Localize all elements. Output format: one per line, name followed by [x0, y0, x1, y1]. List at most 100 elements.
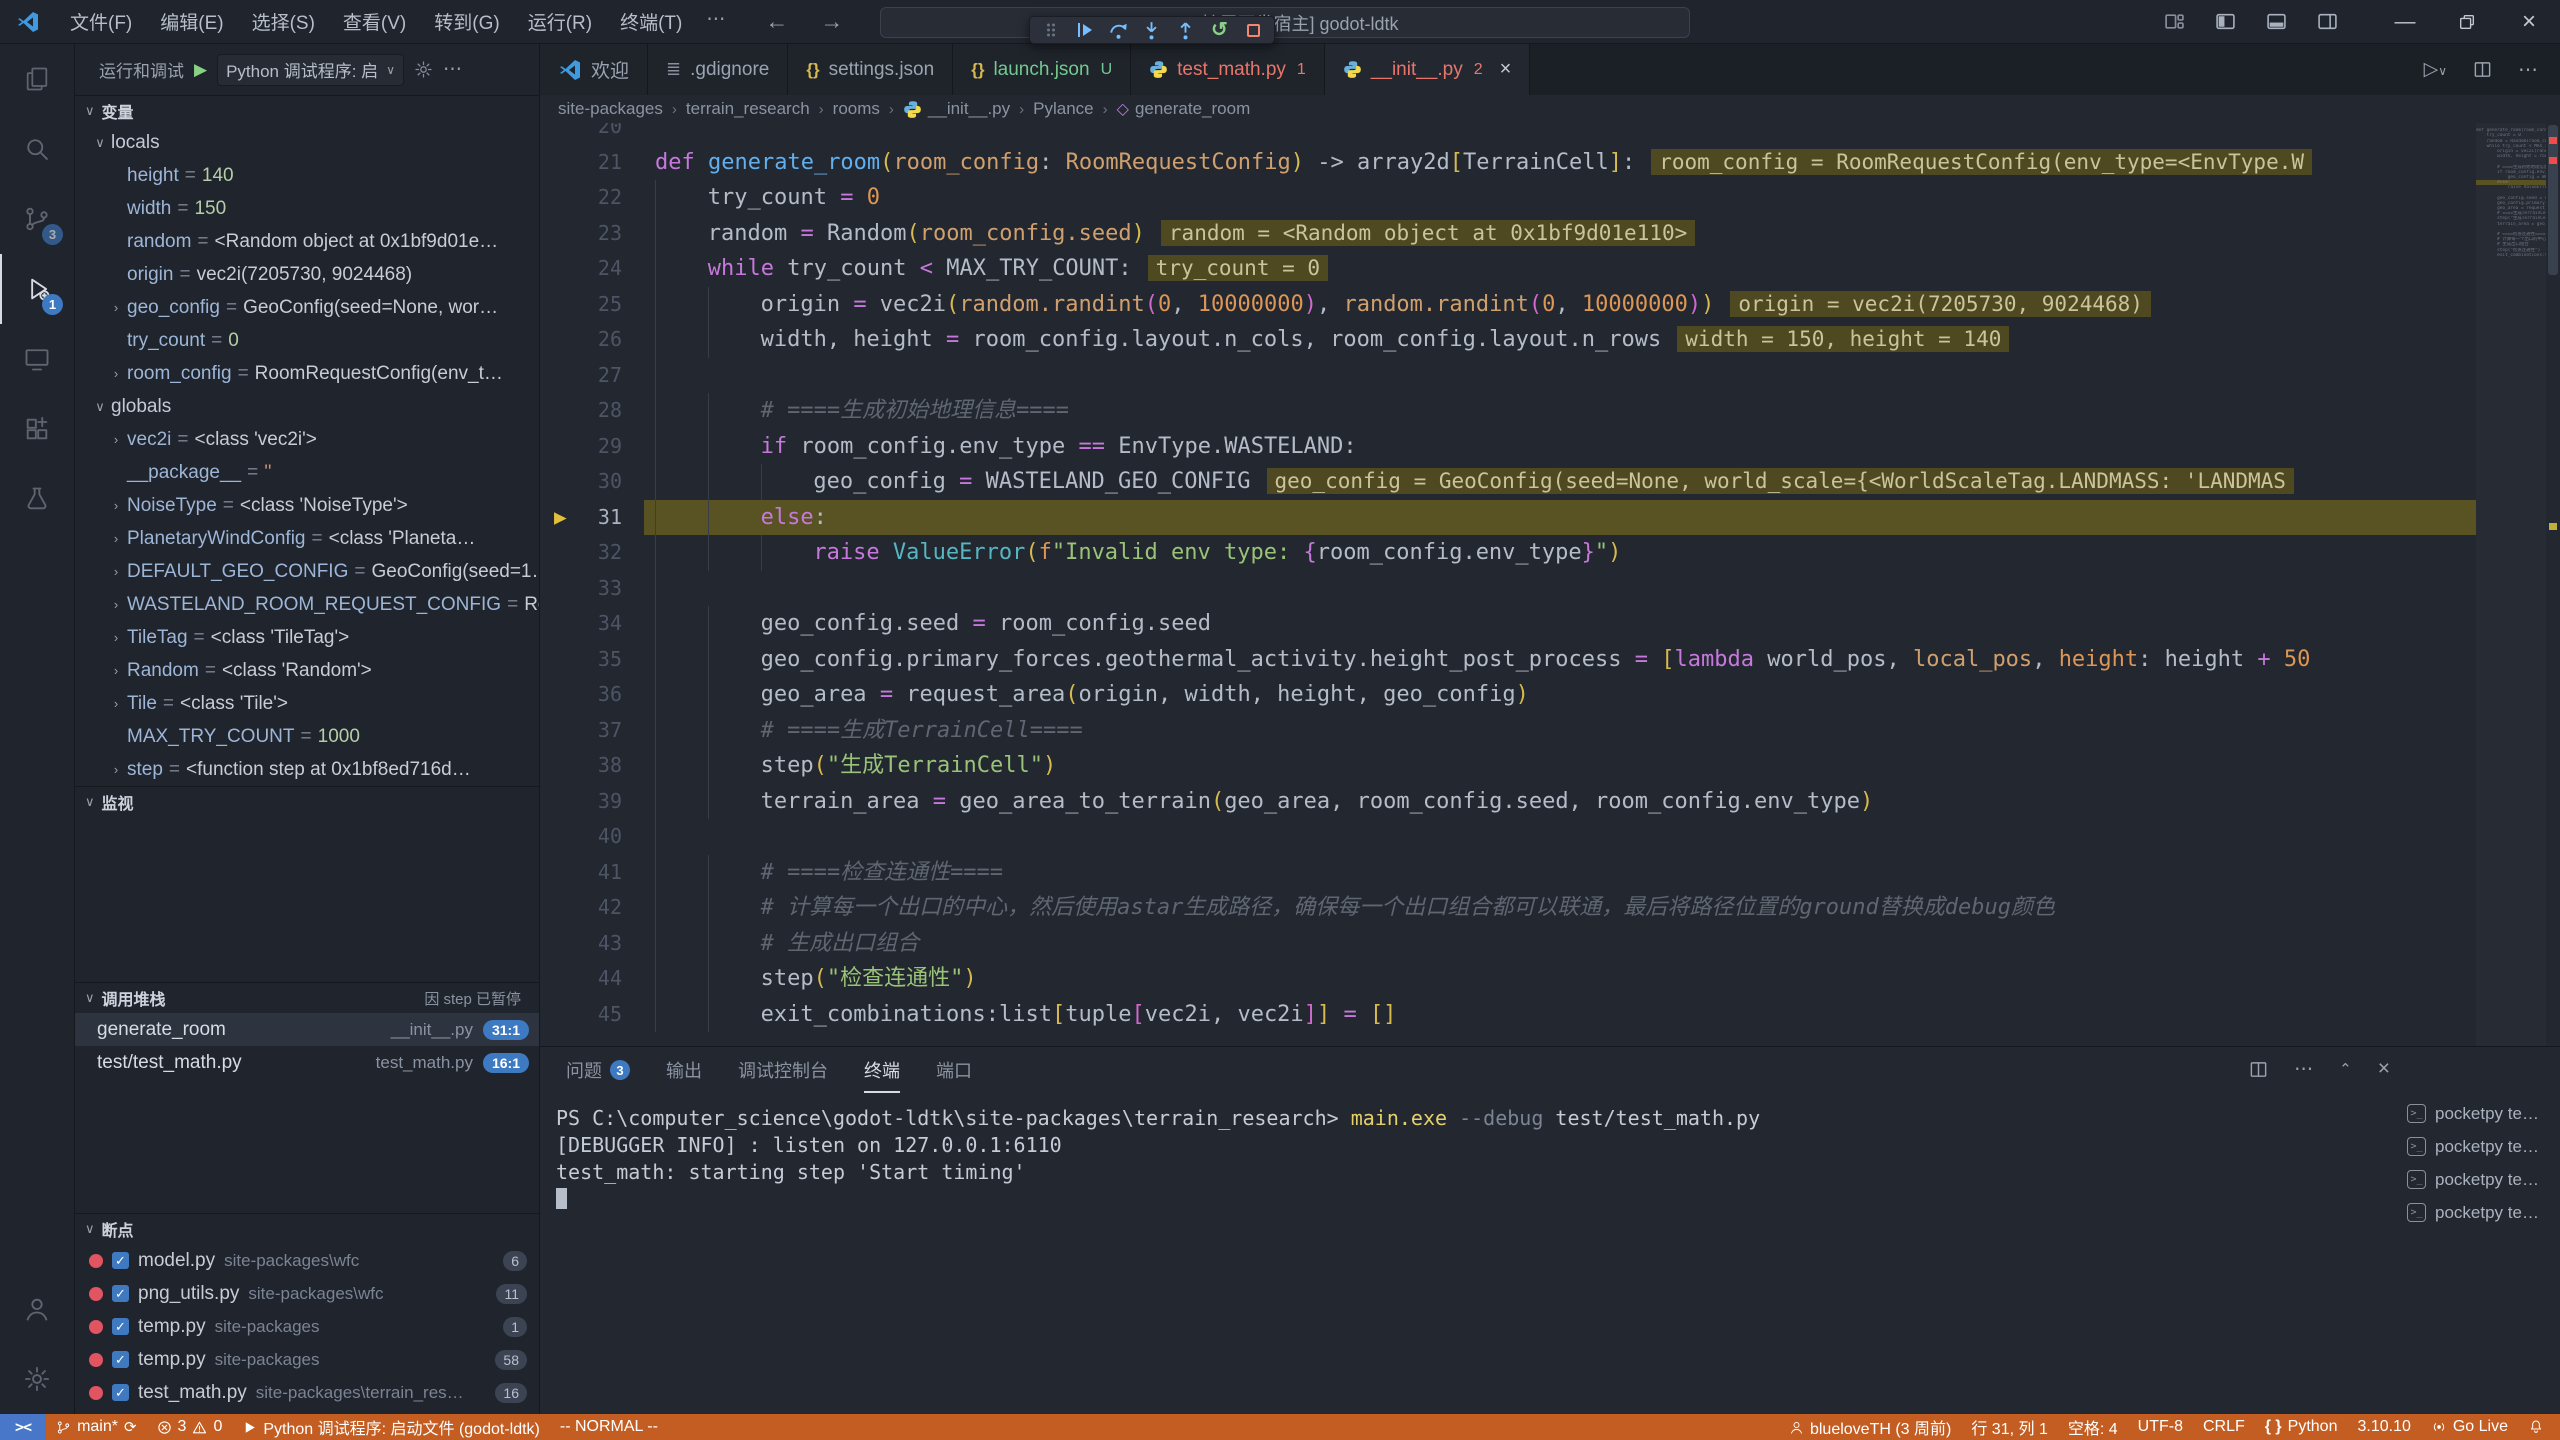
editor-tab[interactable]: ≣.gdignore [648, 44, 788, 95]
remote-indicator[interactable]: >< [0, 1414, 46, 1440]
variable-row[interactable]: ›TileTag=<class 'TileTag'> [75, 621, 539, 654]
breakpoint-checkbox[interactable]: ✓ [112, 1351, 129, 1368]
variable-row[interactable]: width=150 [75, 192, 539, 225]
step-over-icon[interactable] [1104, 18, 1132, 42]
breakpoint-row[interactable]: ✓test_math.pysite-packages\terrain_res…1… [75, 1376, 539, 1409]
terminal-instance[interactable]: >_pocketpy te… [2395, 1097, 2560, 1130]
call-stack-section-header[interactable]: ∨ 调用堆栈 因 step 已暂停 [75, 982, 539, 1013]
activity-run-debug-icon[interactable]: 1 [0, 254, 74, 324]
variable-scope[interactable]: ∨globals [75, 390, 539, 423]
code-line[interactable]: 32raise ValueError(f"Invalid env type: {… [540, 535, 2560, 571]
run-file-icon[interactable]: ▷∨ [2424, 58, 2447, 81]
code-line[interactable]: 36geo_area = request_area(origin, width,… [540, 677, 2560, 713]
menu-item[interactable]: 文件(F) [56, 3, 146, 40]
nav-forward-icon[interactable]: → [820, 8, 843, 35]
panel-tab[interactable]: 调试控制台 [738, 1047, 828, 1093]
status-notifications[interactable] [2518, 1414, 2554, 1440]
status-git-blame[interactable]: blueloveTH (3 周前) [1779, 1414, 1961, 1440]
breakpoint-row[interactable]: ✓temp.pysite-packages58 [75, 1343, 539, 1376]
restart-icon[interactable]: ↺ [1205, 18, 1233, 42]
activity-extensions-icon[interactable] [0, 394, 74, 464]
more-actions-icon[interactable]: ⋯ [443, 58, 462, 81]
panel-tab[interactable]: 输出 [666, 1047, 702, 1093]
minimize-button[interactable]: — [2374, 0, 2436, 43]
variable-row[interactable]: __package__='' [75, 456, 539, 489]
more-actions-icon[interactable]: ⋯ [2294, 1058, 2313, 1081]
variable-row[interactable]: ›Tile=<class 'Tile'> [75, 687, 539, 720]
variable-row[interactable]: ›vec2i=<class 'vec2i'> [75, 423, 539, 456]
breakpoint-checkbox[interactable]: ✓ [112, 1252, 129, 1269]
variable-row[interactable]: ›PlanetaryWindConfig=<class 'Planeta… [75, 522, 539, 555]
variable-row[interactable]: height=140 [75, 159, 539, 192]
code-line[interactable]: 38step("生成TerrainCell") [540, 748, 2560, 784]
status-cursor-position[interactable]: 行 31, 列 1 [1961, 1414, 2057, 1440]
editor-tab[interactable]: __init__.py2× [1325, 44, 1531, 95]
breakpoint-checkbox[interactable]: ✓ [112, 1384, 129, 1401]
step-into-icon[interactable] [1138, 18, 1166, 42]
variable-row[interactable]: ›room_config=RoomRequestConfig(env_t… [75, 357, 539, 390]
code-line[interactable]: 27 [540, 358, 2560, 394]
nav-back-icon[interactable]: ← [765, 8, 788, 35]
panel-tab[interactable]: 端口 [936, 1047, 972, 1093]
code-line[interactable]: 28# ====生成初始地理信息==== [540, 393, 2560, 429]
variable-row[interactable]: ›WASTELAND_ROOM_REQUEST_CONFIG=RoomR… [75, 588, 539, 621]
panel-tab[interactable]: 终端 [864, 1047, 900, 1093]
code-line[interactable]: 43# 生成出口组合 [540, 926, 2560, 962]
breadcrumb-item[interactable]: site-packages [558, 99, 663, 119]
code-line[interactable]: 45exit_combinations:list[tuple[vec2i, ve… [540, 997, 2560, 1033]
breadcrumb-item[interactable]: terrain_research [686, 99, 810, 119]
code-line[interactable]: 41# ====检查连通性==== [540, 855, 2560, 891]
code-line[interactable]: 34geo_config.seed = room_config.seed [540, 606, 2560, 642]
code-line[interactable]: 29if room_config.env_type == EnvType.WAS… [540, 429, 2560, 465]
code-line[interactable]: 24while try_count < MAX_TRY_COUNT:try_co… [540, 251, 2560, 287]
status-debug-config[interactable]: Python 调试程序: 启动文件 (godot-ldtk) [232, 1414, 550, 1440]
command-center-search[interactable]: [扩展开发宿主] godot-ldtk [880, 7, 1690, 38]
status-eol[interactable]: CRLF [2193, 1414, 2255, 1440]
customize-layout-icon[interactable] [2164, 11, 2185, 32]
overview-ruler[interactable] [2546, 123, 2560, 1046]
menu-item[interactable]: 终端(T) [606, 3, 696, 40]
split-terminal-icon[interactable] [2249, 1060, 2268, 1079]
status-encoding[interactable]: UTF-8 [2128, 1414, 2193, 1440]
status-vim-mode[interactable]: -- NORMAL -- [550, 1414, 668, 1440]
variable-row[interactable]: ›DEFAULT_GEO_CONFIG=GeoConfig(seed=1… [75, 555, 539, 588]
breadcrumb-item[interactable]: rooms [833, 99, 880, 119]
activity-remote-explorer-icon[interactable] [0, 324, 74, 394]
toggle-secondary-sidebar-icon[interactable] [2317, 11, 2338, 32]
variable-row[interactable]: ›Random=<class 'Random'> [75, 654, 539, 687]
code-line[interactable]: 35geo_config.primary_forces.geothermal_a… [540, 642, 2560, 678]
activity-settings-icon[interactable] [0, 1344, 74, 1414]
terminal-instance[interactable]: >_pocketpy te… [2395, 1196, 2560, 1229]
breadcrumb-item[interactable]: __init__.py [903, 99, 1010, 119]
variable-row[interactable]: try_count=0 [75, 324, 539, 357]
activity-search-icon[interactable] [0, 114, 74, 184]
code-line[interactable]: 22try_count = 0 [540, 180, 2560, 216]
code-line[interactable]: 23random = Random(room_config.seed)rando… [540, 216, 2560, 252]
variable-row[interactable]: origin=vec2i(7205730, 9024468) [75, 258, 539, 291]
breakpoint-checkbox[interactable]: ✓ [112, 1285, 129, 1302]
code-line[interactable]: 40 [540, 819, 2560, 855]
breadcrumb[interactable]: site-packages›terrain_research›rooms›__i… [540, 95, 2560, 123]
variable-row[interactable]: ›geo_config=GeoConfig(seed=None, wor… [75, 291, 539, 324]
status-go-live[interactable]: Go Live [2421, 1414, 2518, 1440]
code-line[interactable]: 21def generate_room(room_config: RoomReq… [540, 145, 2560, 181]
variable-row[interactable]: MAX_TRY_COUNT=1000 [75, 720, 539, 753]
menu-item[interactable]: 编辑(E) [146, 3, 237, 40]
breakpoint-row[interactable]: ✓temp.pysite-packages1 [75, 1310, 539, 1343]
variables-section-header[interactable]: ∨ 变量 [75, 95, 539, 126]
breakpoint-row[interactable]: ✓model.pysite-packages\wfc6 [75, 1244, 539, 1277]
menu-item[interactable]: 查看(V) [329, 3, 420, 40]
menu-item[interactable]: 选择(S) [238, 3, 329, 40]
panel-tab[interactable]: 问题3 [566, 1047, 630, 1093]
stop-icon[interactable] [1239, 18, 1267, 42]
variable-row[interactable]: ›step=<function step at 0x1bf8ed716d… [75, 753, 539, 786]
step-out-icon[interactable] [1172, 18, 1200, 42]
editor-tab[interactable]: {}settings.json [788, 44, 953, 95]
toggle-sidebar-icon[interactable] [2215, 11, 2236, 32]
editor-tab[interactable]: {}launch.jsonU [953, 44, 1131, 95]
split-editor-icon[interactable] [2473, 60, 2492, 79]
code-line[interactable]: ▶31else: [540, 500, 2560, 536]
breakpoints-section-header[interactable]: ∨ 断点 [75, 1213, 539, 1244]
maximize-panel-icon[interactable]: ⌃ [2339, 1058, 2352, 1080]
code-line[interactable]: 20 [540, 123, 2560, 145]
